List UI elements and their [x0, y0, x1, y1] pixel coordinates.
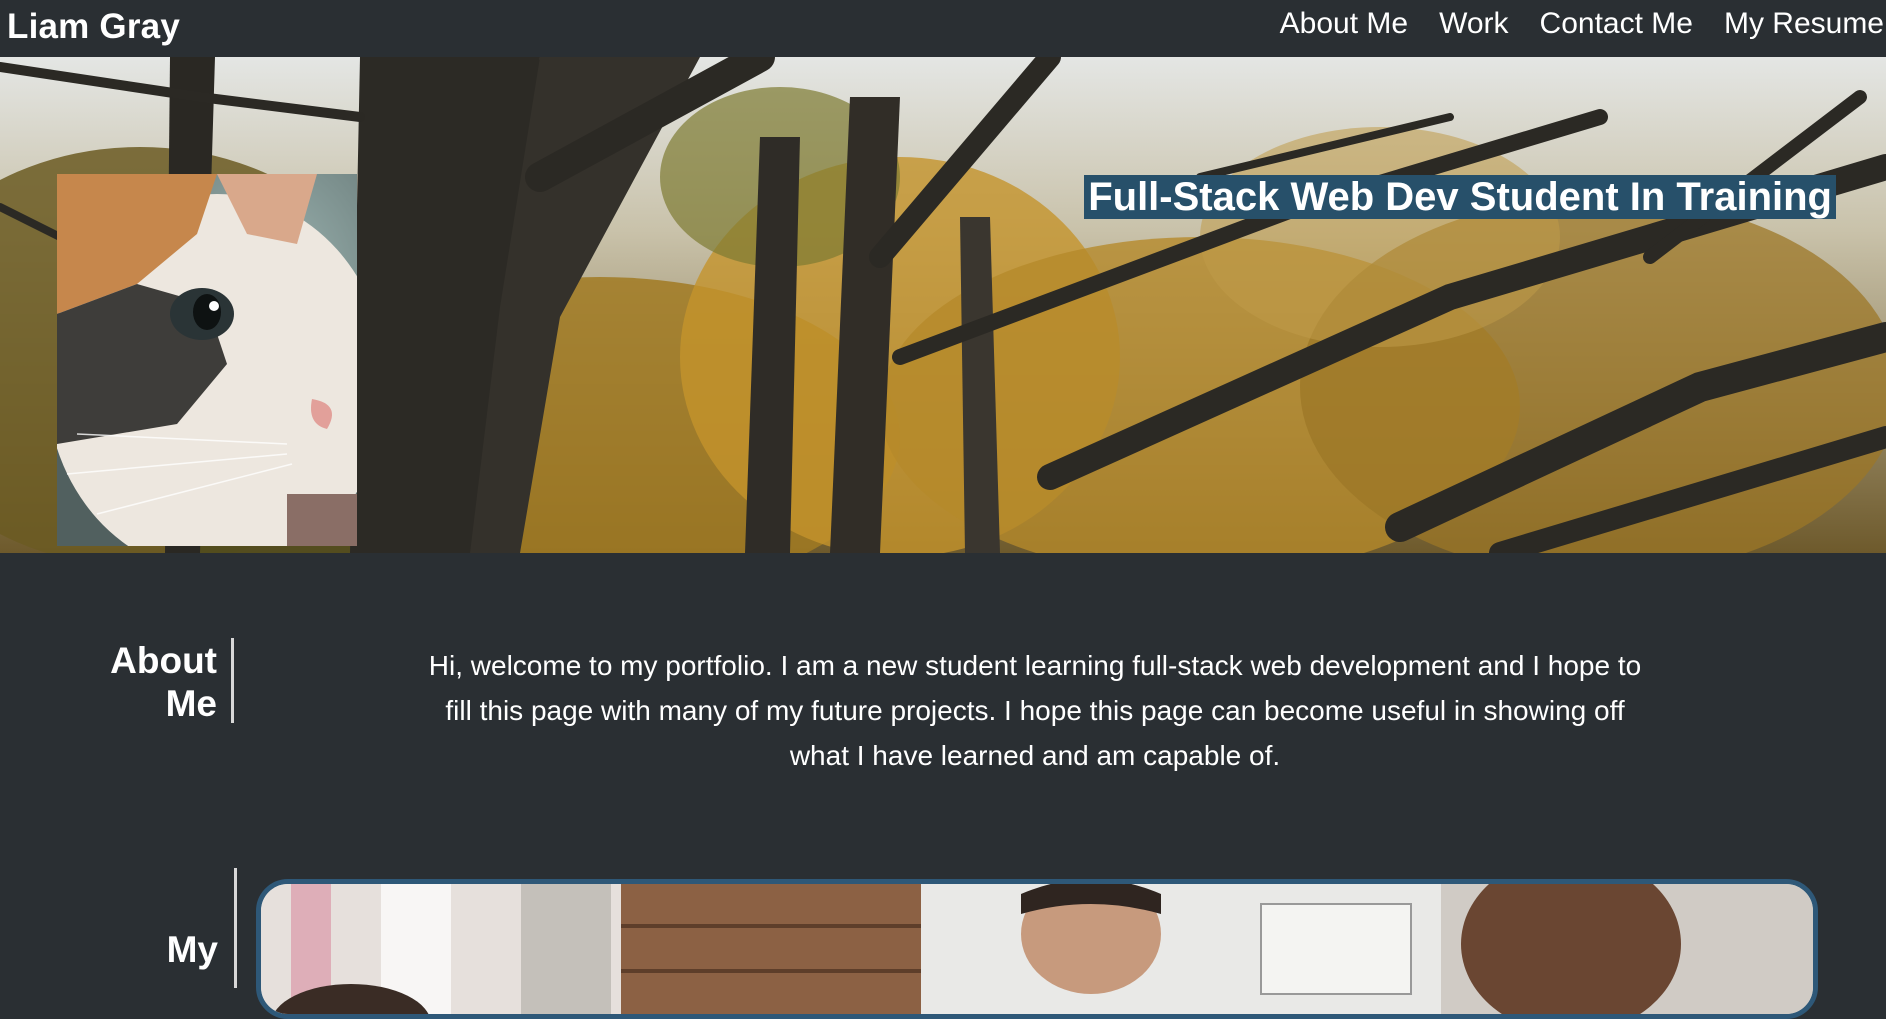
work-project-card[interactable] — [256, 879, 1818, 1019]
main-nav: About Me Work Contact Me My Resume — [1280, 4, 1884, 44]
work-divider — [234, 868, 237, 988]
about-divider — [231, 638, 234, 723]
about-me-heading: About Me — [110, 640, 217, 724]
about-me-text: Hi, welcome to my portfolio. I am a new … — [428, 650, 1642, 771]
project-preview-image — [261, 884, 1813, 1014]
work-heading: My — [166, 929, 218, 970]
profile-photo-cat — [57, 174, 357, 546]
nav-link-work[interactable]: Work — [1439, 4, 1508, 44]
top-navbar: Liam Gray About Me Work Contact Me My Re… — [0, 0, 1886, 57]
hero-tagline: Full-Stack Web Dev Student In Training — [1084, 175, 1836, 219]
site-name[interactable]: Liam Gray — [7, 6, 180, 48]
hero-banner: Full-Stack Web Dev Student In Training — [0, 57, 1886, 553]
nav-link-contact-me[interactable]: Contact Me — [1540, 4, 1693, 44]
nav-link-my-resume[interactable]: My Resume — [1724, 4, 1884, 44]
nav-link-about-me[interactable]: About Me — [1280, 4, 1408, 44]
cat-image — [57, 174, 357, 546]
